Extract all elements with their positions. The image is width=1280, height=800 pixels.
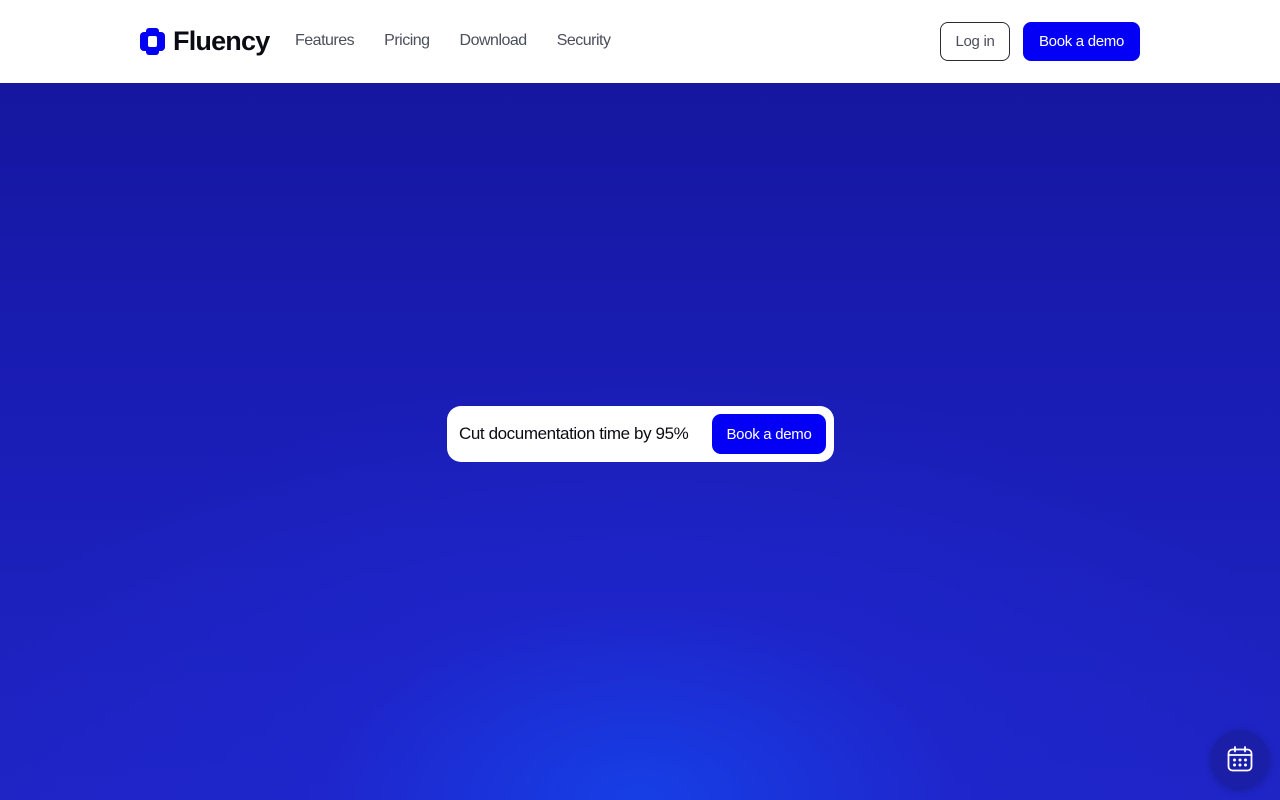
hero-headline: Cut documentation time by 95% (459, 424, 689, 443)
fluency-logo-icon (140, 27, 165, 55)
nav-link-features[interactable]: Features (295, 31, 355, 51)
login-button[interactable]: Log in (940, 22, 1010, 61)
top-navbar: Fluency Features Pricing Download Securi… (0, 0, 1280, 83)
brand-name: Fluency (173, 26, 270, 56)
calendar-launcher-button[interactable] (1211, 730, 1269, 788)
book-demo-hero-button[interactable]: Book a demo (712, 414, 826, 454)
book-demo-nav-button[interactable]: Book a demo (1023, 22, 1140, 61)
primary-nav: Features Pricing Download Security (295, 31, 611, 51)
nav-link-pricing[interactable]: Pricing (384, 31, 430, 51)
nav-link-security[interactable]: Security (557, 31, 611, 51)
brand-logo[interactable]: Fluency (140, 26, 270, 56)
hero-section: Cut documentation time by 95% Book a dem… (0, 83, 1280, 800)
nav-link-download[interactable]: Download (460, 31, 528, 51)
calendar-icon (1227, 746, 1253, 772)
hero-cta-pill: Cut documentation time by 95% Book a dem… (447, 406, 834, 462)
